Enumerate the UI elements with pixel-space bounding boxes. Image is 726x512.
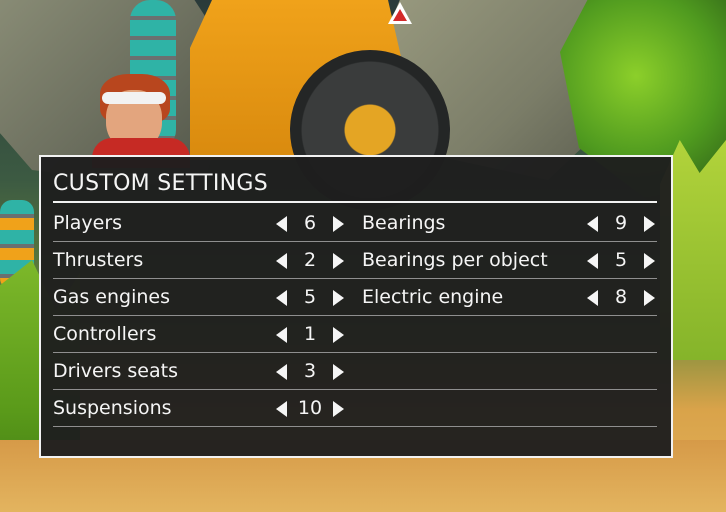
setting-value: 3 [303, 360, 317, 382]
increment-arrow-icon[interactable] [643, 289, 657, 307]
suspensions-stepper: 10 [274, 390, 346, 427]
setting-bearings-per-object: Bearings per object 5 [362, 242, 657, 279]
decrement-arrow-icon[interactable] [274, 215, 288, 233]
settings-row: Gas engines 5 Electric engine 8 [53, 279, 657, 316]
setting-label: Players [53, 212, 123, 234]
setting-value: 8 [614, 286, 628, 308]
setting-label: Suspensions [53, 397, 172, 419]
setting-label: Bearings [362, 212, 446, 234]
setting-controllers: Controllers 1 [53, 316, 346, 353]
setting-electric-engine: Electric engine 8 [362, 279, 657, 316]
setting-label: Bearings per object [362, 249, 548, 271]
increment-arrow-icon[interactable] [332, 326, 346, 344]
settings-row: Suspensions 10 [53, 390, 657, 427]
setting-gas-engines: Gas engines 5 [53, 279, 346, 316]
increment-arrow-icon[interactable] [643, 252, 657, 270]
setting-label: Controllers [53, 323, 157, 345]
gas-engines-stepper: 5 [274, 279, 346, 316]
increment-arrow-icon[interactable] [332, 215, 346, 233]
setting-value: 5 [614, 249, 628, 271]
increment-arrow-icon[interactable] [332, 363, 346, 381]
panel-title: CUSTOM SETTINGS [53, 171, 268, 196]
setting-label: Drivers seats [53, 360, 178, 382]
bearings-stepper: 9 [585, 205, 657, 242]
increment-arrow-icon[interactable] [332, 400, 346, 418]
setting-value: 1 [303, 323, 317, 345]
setting-label: Electric engine [362, 286, 504, 308]
setting-players: Players 6 [53, 205, 346, 242]
character-headband [102, 92, 166, 104]
decrement-arrow-icon[interactable] [585, 252, 599, 270]
setting-value: 10 [297, 397, 323, 419]
bearings-per-object-stepper: 5 [585, 242, 657, 279]
title-divider [53, 201, 657, 203]
players-stepper: 6 [274, 205, 346, 242]
setting-value: 6 [303, 212, 317, 234]
decrement-arrow-icon[interactable] [274, 363, 288, 381]
drivers-seats-stepper: 3 [274, 353, 346, 390]
controllers-stepper: 1 [274, 316, 346, 353]
decrement-arrow-icon[interactable] [274, 252, 288, 270]
increment-arrow-icon[interactable] [332, 289, 346, 307]
setting-label: Gas engines [53, 286, 171, 308]
character-avatar [92, 72, 190, 168]
electric-engine-stepper: 8 [585, 279, 657, 316]
setting-thrusters: Thrusters 2 [53, 242, 346, 279]
increment-arrow-icon[interactable] [643, 215, 657, 233]
decrement-arrow-icon[interactable] [274, 400, 288, 418]
setting-value: 2 [303, 249, 317, 271]
decrement-arrow-icon[interactable] [585, 215, 599, 233]
settings-row: Drivers seats 3 [53, 353, 657, 390]
warning-icon [388, 2, 412, 24]
row-divider [53, 426, 657, 427]
increment-arrow-icon[interactable] [332, 252, 346, 270]
thrusters-stepper: 2 [274, 242, 346, 279]
setting-drivers-seats: Drivers seats 3 [53, 353, 346, 390]
decrement-arrow-icon[interactable] [274, 289, 288, 307]
custom-settings-panel: CUSTOM SETTINGS Players 6 Bearings 9 Thr… [39, 155, 673, 458]
setting-value: 5 [303, 286, 317, 308]
decrement-arrow-icon[interactable] [274, 326, 288, 344]
settings-row: Players 6 Bearings 9 [53, 205, 657, 242]
settings-row: Thrusters 2 Bearings per object 5 [53, 242, 657, 279]
setting-bearings: Bearings 9 [362, 205, 657, 242]
setting-label: Thrusters [53, 249, 144, 271]
setting-value: 9 [614, 212, 628, 234]
settings-row: Controllers 1 [53, 316, 657, 353]
setting-suspensions: Suspensions 10 [53, 390, 346, 427]
decrement-arrow-icon[interactable] [585, 289, 599, 307]
